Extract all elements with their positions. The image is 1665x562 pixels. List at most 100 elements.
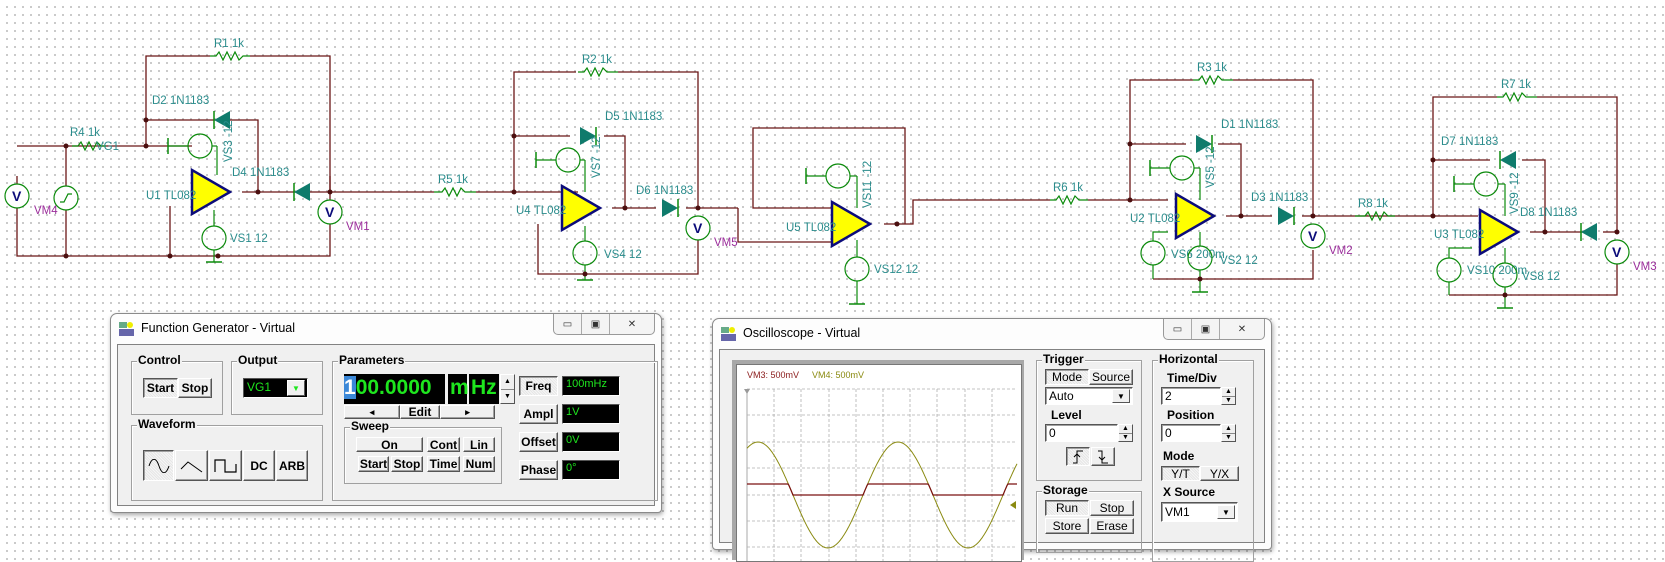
storage-stop-button[interactable]: Stop: [1090, 500, 1134, 516]
voltmeter-vm1[interactable]: V: [317, 199, 343, 225]
chevron-down-icon[interactable]: ▼: [1112, 389, 1130, 403]
position-spinner[interactable]: ▲ ▼: [1221, 424, 1236, 442]
prefix-display[interactable]: m: [448, 374, 469, 404]
erase-button[interactable]: Erase: [1090, 518, 1134, 534]
down-arrow-icon[interactable]: ▼: [1119, 434, 1132, 442]
voltmeter-vm5[interactable]: V: [685, 215, 711, 241]
yt-mode-button[interactable]: Y/T: [1161, 466, 1200, 481]
trigger-source-button[interactable]: Source: [1089, 369, 1133, 385]
resistor-r7[interactable]: [1497, 91, 1537, 103]
sweep-on-button[interactable]: On: [356, 437, 423, 452]
yx-mode-button[interactable]: Y/X: [1200, 466, 1239, 481]
sweep-start-button[interactable]: Start: [358, 456, 389, 472]
down-arrow-icon[interactable]: ▼: [501, 390, 514, 404]
trigger-level-input[interactable]: 0: [1045, 424, 1118, 442]
up-arrow-icon[interactable]: ▲: [1222, 425, 1235, 434]
trigger-mode-button[interactable]: Mode: [1045, 369, 1089, 385]
down-arrow-icon[interactable]: ▼: [1222, 397, 1235, 405]
source-vs7[interactable]: [555, 147, 581, 173]
cursor-left-button[interactable]: ◂: [344, 405, 400, 419]
stop-button[interactable]: Stop: [178, 378, 212, 398]
store-button[interactable]: Store: [1045, 518, 1089, 534]
voltmeter-vm2[interactable]: V: [1300, 223, 1326, 249]
x-source-select[interactable]: VM1 ▼: [1161, 502, 1238, 522]
source-vs9[interactable]: [1473, 171, 1499, 197]
waveform-square-button[interactable]: [209, 450, 242, 481]
output-select[interactable]: VG1 ▼: [243, 378, 308, 398]
cursor-right-button[interactable]: ▸: [440, 405, 495, 419]
diode-d7[interactable]: [1499, 151, 1516, 169]
waveform-dc-button[interactable]: DC: [243, 450, 275, 481]
close-button[interactable]: ✕: [1220, 319, 1264, 339]
oscilloscope-titlebar[interactable]: Oscilloscope - Virtual ▭ ▣ ✕: [713, 319, 1271, 349]
position-input[interactable]: 0: [1161, 424, 1221, 442]
source-vs1[interactable]: [201, 225, 227, 251]
resistor-r3[interactable]: [1193, 74, 1233, 86]
freq-button[interactable]: Freq: [519, 376, 558, 396]
resistor-r1[interactable]: [210, 50, 250, 62]
up-arrow-icon[interactable]: ▲: [1222, 388, 1235, 397]
resistor-r5[interactable]: [434, 186, 476, 198]
chevron-down-icon[interactable]: ▼: [1217, 505, 1235, 519]
source-vs11[interactable]: [825, 163, 851, 189]
schematic-canvas[interactable]: R1 1k R4 1k VG1 D2 1N1183 D4 1N1183 U1 T…: [0, 0, 1665, 320]
opamp-u4[interactable]: [560, 184, 602, 232]
sweep-stop-button[interactable]: Stop: [391, 456, 423, 472]
run-button[interactable]: Run: [1045, 500, 1089, 516]
freq-value[interactable]: 100mHz: [562, 376, 620, 396]
source-vs5[interactable]: [1169, 155, 1195, 181]
trigger-level-spinner[interactable]: ▲ ▼: [1118, 424, 1133, 442]
ampl-value[interactable]: 1V: [562, 404, 620, 424]
time-div-spinner[interactable]: ▲ ▼: [1221, 387, 1236, 405]
voltmeter-vm3[interactable]: V: [1604, 239, 1630, 265]
restore-button[interactable]: ▣: [582, 314, 610, 334]
opamp-u1[interactable]: [190, 168, 232, 216]
restore-button[interactable]: ▣: [1192, 319, 1220, 339]
scope-screen[interactable]: VM3: 500mV VM4: 500mV: [736, 364, 1022, 562]
sweep-lin-button[interactable]: Lin: [463, 437, 495, 452]
frequency-display[interactable]: 100.0000: [344, 374, 445, 404]
up-arrow-icon[interactable]: ▲: [501, 375, 514, 390]
offset-value[interactable]: 0V: [562, 432, 620, 452]
offset-button[interactable]: Offset: [519, 432, 558, 452]
diode-d4[interactable]: [293, 183, 310, 201]
waveform-arb-button[interactable]: ARB: [276, 450, 308, 481]
up-arrow-icon[interactable]: ▲: [1119, 425, 1132, 434]
minimize-button[interactable]: ▭: [554, 314, 582, 334]
frequency-spinner[interactable]: ▲ ▼: [500, 374, 515, 404]
sweep-time-button[interactable]: Time: [427, 456, 460, 472]
trigger-mode-select[interactable]: Auto ▼: [1045, 387, 1133, 405]
function-generator-titlebar[interactable]: Function Generator - Virtual ▭ ▣ ✕: [111, 314, 661, 344]
close-button[interactable]: ✕: [610, 314, 654, 334]
chevron-down-icon[interactable]: ▼: [287, 380, 305, 396]
edit-button[interactable]: Edit: [400, 405, 440, 419]
source-vs12[interactable]: [844, 256, 870, 282]
diode-d8[interactable]: [1580, 223, 1597, 241]
minimize-button[interactable]: ▭: [1164, 319, 1192, 339]
phase-value[interactable]: 0°: [562, 460, 620, 480]
source-vs10[interactable]: [1436, 257, 1462, 283]
function-generator-window[interactable]: Function Generator - Virtual ▭ ▣ ✕ Contr…: [110, 313, 662, 513]
waveform-sine-button[interactable]: [143, 450, 174, 481]
voltmeter-vm4[interactable]: V: [4, 183, 30, 209]
source-vs6[interactable]: [1140, 240, 1166, 266]
ampl-button[interactable]: Ampl: [519, 404, 558, 424]
opamp-u2[interactable]: [1174, 192, 1216, 240]
down-arrow-icon[interactable]: ▼: [1222, 434, 1235, 442]
sweep-cont-button[interactable]: Cont: [427, 437, 460, 452]
oscilloscope-window[interactable]: Oscilloscope - Virtual ▭ ▣ ✕ VM3: 500mV …: [712, 318, 1272, 562]
source-vs4[interactable]: [572, 240, 598, 266]
rising-edge-button[interactable]: [1066, 447, 1090, 466]
generator-vg1[interactable]: [53, 185, 79, 211]
waveform-triangle-button[interactable]: [175, 450, 208, 481]
sweep-num-button[interactable]: Num: [463, 456, 495, 472]
start-button[interactable]: Start: [143, 378, 178, 398]
unit-display[interactable]: Hz: [469, 374, 499, 404]
diode-d3[interactable]: [1278, 207, 1295, 225]
opamp-u3[interactable]: [1478, 208, 1520, 256]
phase-button[interactable]: Phase: [519, 460, 558, 480]
resistor-r2[interactable]: [578, 66, 618, 78]
falling-edge-button[interactable]: [1091, 447, 1115, 466]
time-div-input[interactable]: 2: [1161, 387, 1221, 405]
diode-d6[interactable]: [662, 199, 679, 217]
